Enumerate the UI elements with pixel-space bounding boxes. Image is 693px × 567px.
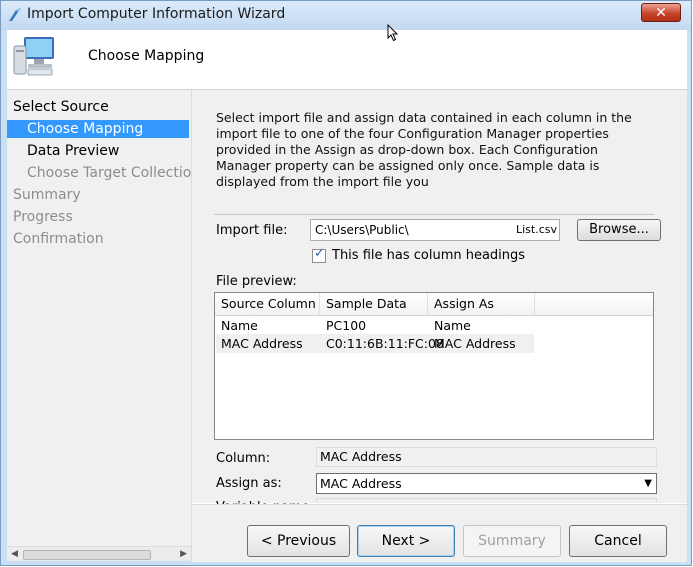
wizard-steps-sidebar: Select Source Choose Mapping Data Previe… xyxy=(7,90,200,561)
previous-button[interactable]: < Previous xyxy=(247,525,350,557)
import-file-path-end: List.csv xyxy=(515,223,557,236)
summary-button: Summary xyxy=(463,525,561,557)
table-cell[interactable]: Name xyxy=(434,318,471,333)
column-divider[interactable] xyxy=(319,293,320,315)
table-cell[interactable]: PC100 xyxy=(326,318,366,333)
mouse-cursor-icon xyxy=(387,24,399,42)
close-button[interactable]: ✕ xyxy=(641,3,681,22)
column-header-source[interactable]: Source Column xyxy=(221,296,316,311)
wizard-app-icon xyxy=(9,8,21,21)
column-divider[interactable] xyxy=(427,293,428,315)
column-headings-checkbox[interactable]: ✓ xyxy=(312,246,326,263)
instructions-text: Select import file and assign data conta… xyxy=(216,110,632,189)
sidebar-item-summary: Summary xyxy=(13,187,81,203)
assign-as-value: MAC Address xyxy=(320,476,402,491)
window-title: Import Computer Information Wizard xyxy=(27,6,286,22)
file-preview-label: File preview: xyxy=(216,274,297,289)
assign-as-dropdown[interactable]: MAC Address ▼ xyxy=(316,473,657,494)
page-title: Choose Mapping xyxy=(88,48,205,64)
table-cell[interactable]: Name xyxy=(221,318,258,333)
assign-as-label: Assign as: xyxy=(216,476,282,491)
browse-button[interactable]: Browse... xyxy=(577,219,661,241)
wizard-footer: < Previous Next > Summary Cancel xyxy=(192,504,687,562)
cancel-button[interactable]: Cancel xyxy=(569,525,667,557)
sidebar-item-choose-target-collection: Choose Target Collection xyxy=(27,165,201,181)
column-field: MAC Address xyxy=(316,447,657,467)
file-preview-list[interactable]: Source Column Sample Data Assign As Name… xyxy=(214,292,654,440)
title-bar[interactable]: Import Computer Information Wizard ✕ xyxy=(1,1,691,30)
scrollbar-thumb[interactable] xyxy=(23,550,151,560)
column-header-assign[interactable]: Assign As xyxy=(434,296,494,311)
chevron-down-icon[interactable]: ▼ xyxy=(644,474,652,493)
wizard-header: Choose Mapping xyxy=(7,30,687,90)
wizard-window: Import Computer Information Wizard ✕ Cho… xyxy=(0,0,692,566)
mapping-panel: Select import file and assign data conta… xyxy=(192,90,687,515)
column-header-sample[interactable]: Sample Data xyxy=(326,296,407,311)
column-divider[interactable] xyxy=(534,293,535,315)
variable-name-field xyxy=(316,498,657,503)
checkmark-icon: ✓ xyxy=(314,246,325,261)
table-cell[interactable]: MAC Address xyxy=(221,336,303,351)
divider xyxy=(214,214,654,215)
sidebar-item-confirmation: Confirmation xyxy=(13,231,104,247)
wizard-body: Choose Mapping Select Source Choose Mapp… xyxy=(7,30,687,562)
next-button[interactable]: Next > xyxy=(357,525,455,557)
table-cell[interactable]: MAC Address xyxy=(434,336,516,351)
sidebar-item-progress: Progress xyxy=(13,209,73,225)
computer-icon xyxy=(13,37,54,76)
import-file-path-start: C:\Users\Public\ xyxy=(315,223,409,237)
list-header: Source Column Sample Data Assign As xyxy=(215,293,653,316)
scroll-right-icon[interactable]: ▶ xyxy=(180,549,187,559)
sidebar-item-choose-mapping[interactable]: Choose Mapping xyxy=(7,120,189,138)
import-file-field[interactable]: C:\Users\Public\ List.csv xyxy=(310,219,560,241)
scroll-left-icon[interactable]: ◀ xyxy=(11,549,18,559)
sidebar-item-select-source[interactable]: Select Source xyxy=(13,98,109,116)
sidebar-item-data-preview[interactable]: Data Preview xyxy=(27,142,119,160)
import-file-label: Import file: xyxy=(216,223,288,238)
sidebar-horizontal-scrollbar[interactable]: ◀ ▶ xyxy=(7,546,191,561)
column-headings-label[interactable]: This file has column headings xyxy=(332,248,525,263)
column-label: Column: xyxy=(216,451,271,466)
table-cell[interactable]: C0:11:6B:11:FC:08 xyxy=(326,336,444,351)
